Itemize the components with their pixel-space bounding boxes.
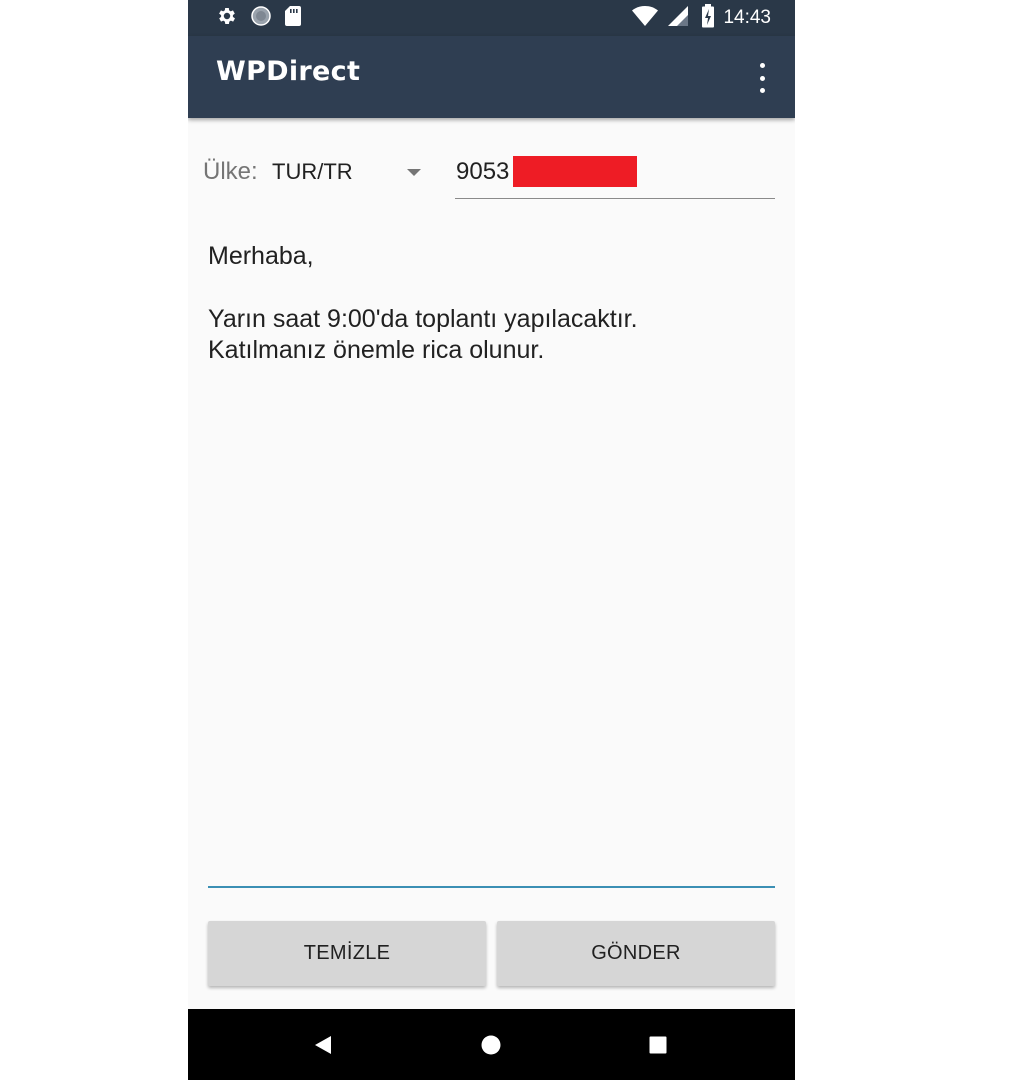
status-icons-right: 14:43 xyxy=(631,3,771,33)
message-line: Merhaba, xyxy=(208,242,314,270)
back-icon[interactable] xyxy=(309,1031,337,1059)
redaction-block xyxy=(513,156,637,187)
more-vert-icon[interactable] xyxy=(751,63,773,93)
recents-icon[interactable] xyxy=(644,1031,672,1059)
message-line: Katılmanız önemle rica olunur. xyxy=(208,336,545,364)
send-button[interactable]: GÖNDER xyxy=(497,921,775,986)
wifi-icon xyxy=(631,5,659,32)
clear-button[interactable]: TEMİZLE xyxy=(208,921,486,986)
phone-number-value: 9053 xyxy=(456,158,510,185)
country-value: TUR/TR xyxy=(272,159,353,184)
status-time: 14:43 xyxy=(723,7,771,28)
country-label: Ülke: xyxy=(203,158,258,185)
status-bar: 14:43 xyxy=(188,0,795,36)
navigation-bar xyxy=(188,1009,795,1080)
message-input[interactable]: Merhaba, Yarın saat 9:00'da toplantı yap… xyxy=(208,236,775,888)
status-icons-left xyxy=(216,5,302,32)
gear-icon xyxy=(216,5,238,32)
phone-screen: 14:43 WPDirect Ülke: TUR/TR 9053 Merhaba… xyxy=(188,0,795,1080)
message-line: Yarın saat 9:00'da toplantı yapılacaktır… xyxy=(208,305,638,333)
app-bar: WPDirect xyxy=(188,36,795,118)
battery-charging-icon xyxy=(701,3,715,33)
home-icon[interactable] xyxy=(477,1031,505,1059)
signal-icon xyxy=(667,5,689,32)
country-spinner[interactable]: TUR/TR xyxy=(272,152,428,192)
phone-number-input[interactable]: 9053 xyxy=(455,150,775,199)
circle-status-icon xyxy=(250,5,272,32)
app-title: WPDirect xyxy=(216,56,361,87)
sd-card-icon xyxy=(284,5,302,32)
dropdown-arrow-icon xyxy=(407,169,421,176)
